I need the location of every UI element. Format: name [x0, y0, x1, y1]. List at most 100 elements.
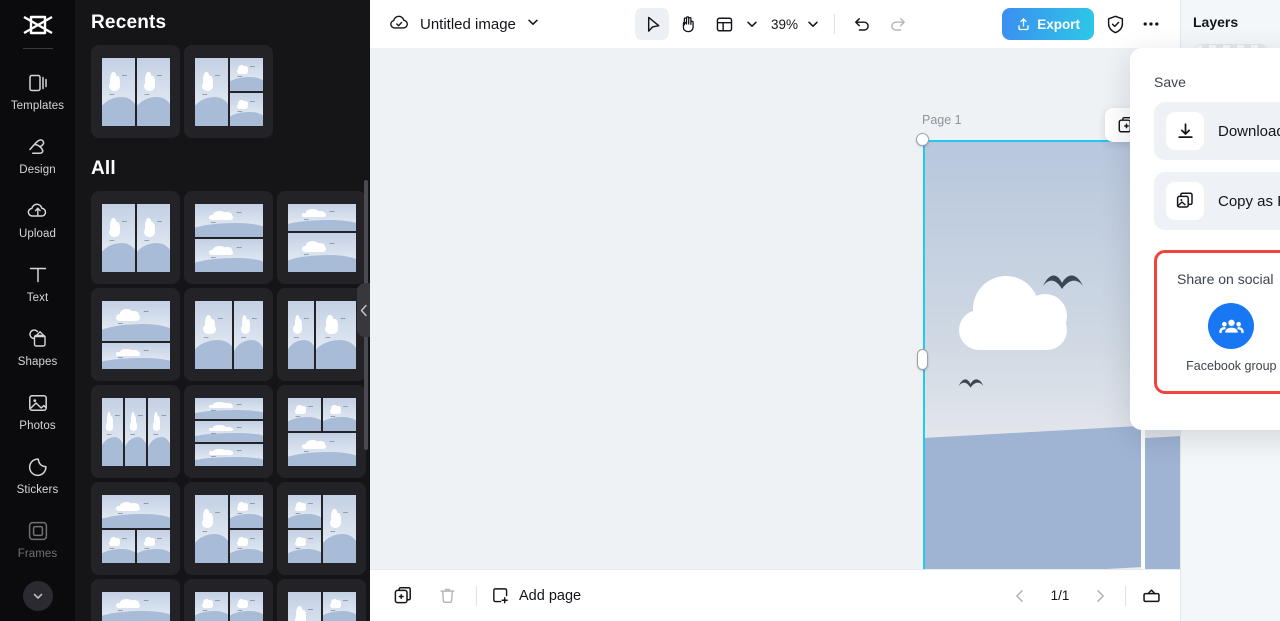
social-items: Facebook group Facebook Page Instagram — [1177, 303, 1280, 375]
ellipsis-icon — [1143, 22, 1159, 26]
template-cell: ⁓⁓ — [322, 591, 356, 621]
add-page-button[interactable]: Add page — [491, 586, 581, 605]
template-card[interactable]: ⁓⁓⁓⁓⁓⁓ — [277, 579, 366, 621]
present-button[interactable] — [1136, 581, 1166, 611]
template-card[interactable]: ⁓ ⁓ ⁓ ⁓ — [277, 191, 366, 284]
capcut-logo-icon[interactable] — [18, 8, 58, 42]
panel-collapse-handle[interactable] — [357, 283, 370, 337]
more-options-button[interactable] — [1136, 9, 1166, 39]
copy-image-icon — [1166, 182, 1204, 220]
template-cell: ⁓⁓ — [101, 343, 170, 369]
templates-scroll-area[interactable]: Recents ⁓ ⁓ ⁓ ⁓ ⁓ ⁓ ⁓ ⁓ ⁓ ⁓ All ⁓ ⁓ ⁓ ⁓ ⁓ ⁓ ⁓ ⁓ ⁓ ⁓ ⁓ ⁓ ⁓ ⁓ ⁓ ⁓ ⁓… — [75, 0, 370, 621]
rail-item-upload[interactable]: Upload — [0, 187, 75, 251]
canvas[interactable]: Page 1 — [370, 48, 1180, 569]
delete-button[interactable] — [432, 581, 462, 611]
template-card[interactable]: ⁓ ⁓ ⁓ ⁓ — [277, 288, 366, 381]
template-card[interactable]: ⁓ ⁓ ⁓ ⁓ — [91, 288, 180, 381]
template-card[interactable]: ⁓⁓⁓⁓⁓⁓ — [277, 385, 366, 478]
template-card[interactable]: ⁓⁓⁓⁓⁓⁓ — [184, 385, 273, 478]
document-title[interactable]: Untitled image — [420, 16, 516, 33]
template-card[interactable]: ⁓ ⁓ ⁓ ⁓ — [184, 191, 273, 284]
template-card[interactable]: ⁓⁓⁓⁓⁓⁓ — [91, 482, 180, 575]
rail-item-design[interactable]: Design — [0, 123, 75, 187]
seagull-small-icon — [958, 379, 984, 388]
shield-check-button[interactable] — [1100, 9, 1130, 39]
title-dropdown-icon[interactable] — [526, 15, 540, 34]
share-on-social-section: Share on social Facebook group Facebook … — [1154, 250, 1280, 394]
resize-handle-top-left[interactable] — [916, 133, 929, 146]
rail-item-label: Templates — [10, 99, 65, 112]
shapes-icon — [26, 327, 50, 351]
download-row[interactable]: Download — [1154, 102, 1280, 160]
template-card[interactable]: ⁓⁓⁓⁓⁓⁓ — [91, 385, 180, 478]
export-dropdown-panel: Save Download Copy as PNG Share on socia… — [1130, 48, 1280, 430]
facebook-group-label: Facebook group — [1186, 359, 1277, 373]
template-card[interactable]: ⁓ ⁓ ⁓ ⁓ — [91, 191, 180, 284]
rail-divider — [22, 48, 53, 49]
hand-tool-button[interactable] — [671, 8, 705, 40]
template-card[interactable]: ⁓ ⁓ ⁓ ⁓ — [184, 288, 273, 381]
templates-icon — [26, 71, 50, 95]
template-cell: ⁓⁓ — [101, 397, 123, 466]
bottombar-divider — [476, 585, 477, 606]
trash-icon — [440, 588, 454, 603]
share-facebook-group-button[interactable]: Facebook group — [1181, 303, 1280, 375]
page-label: Page 1 — [922, 113, 962, 127]
rail-expand-button[interactable] — [22, 581, 53, 611]
template-cell: ⁓⁓ — [287, 591, 321, 621]
template-cell: ⁓⁓ — [101, 591, 170, 621]
rail-item-text[interactable]: Text — [0, 251, 75, 315]
template-cell: ⁓⁓ — [101, 529, 135, 563]
bottombar-left: Add page — [388, 581, 581, 611]
design-icon — [26, 135, 50, 159]
template-card[interactable]: ⁓⁓⁓⁓⁓⁓ — [184, 482, 273, 575]
template-card[interactable]: ⁓ ⁓ ⁓ ⁓ — [91, 45, 180, 138]
bottombar-right: 1/1 — [1005, 581, 1166, 611]
export-button[interactable]: Export — [1002, 8, 1094, 40]
template-card[interactable]: ⁓⁓⁓⁓⁓⁓ — [277, 482, 366, 575]
upload-icon — [26, 199, 50, 223]
topbar-tools: 39% — [634, 8, 915, 40]
rail-item-frames[interactable]: Frames — [0, 507, 75, 571]
rail-item-stickers[interactable]: Stickers — [0, 443, 75, 507]
layout-tool-button[interactable] — [707, 8, 741, 40]
hill-shape — [923, 424, 1141, 569]
layout-dropdown-icon[interactable] — [743, 17, 761, 31]
download-label: Download — [1218, 122, 1280, 140]
recents-grid: ⁓ ⁓ ⁓ ⁓ ⁓ ⁓ ⁓ ⁓ ⁓ ⁓ — [91, 45, 354, 138]
template-cell: ⁓⁓ — [229, 92, 263, 126]
cursor-icon — [647, 16, 659, 32]
template-cell: ⁓⁓ — [194, 397, 263, 419]
template-cell: ⁓⁓ — [148, 397, 170, 466]
template-cell: ⁓⁓ — [322, 397, 356, 431]
capcut-editor-window: Templates Design Upload Text Shapes Photos Sti… — [0, 0, 1280, 621]
select-tool-button[interactable] — [634, 8, 669, 40]
add-page-label: Add page — [519, 587, 582, 604]
template-card[interactable]: ⁓⁓⁓⁓⁓⁓ — [184, 45, 273, 138]
duplicate-button[interactable] — [388, 581, 418, 611]
zoom-level: 39% — [770, 16, 799, 32]
top-toolbar: Untitled image 39% Export — [370, 0, 1180, 48]
rail-item-photos[interactable]: Photos — [0, 379, 75, 443]
template-cell: ⁓⁓ — [287, 529, 321, 563]
shield-check-icon — [1107, 15, 1123, 33]
present-icon — [1142, 589, 1160, 603]
hand-icon — [682, 16, 694, 33]
rail-item-shapes[interactable]: Shapes — [0, 315, 75, 379]
copy-as-png-row[interactable]: Copy as PNG — [1154, 172, 1280, 230]
undo-button[interactable] — [845, 8, 879, 40]
template-card[interactable]: ⁓⁓⁓⁓⁓⁓ — [184, 579, 273, 621]
zoom-dropdown-icon[interactable] — [802, 17, 824, 31]
template-card[interactable]: ⁓⁓⁓⁓⁓⁓ — [91, 579, 180, 621]
resize-handle-left-middle[interactable] — [917, 349, 928, 370]
template-cell: ⁓⁓ — [124, 397, 147, 466]
redo-button[interactable] — [881, 8, 915, 40]
share-on-social-label: Share on social — [1177, 271, 1274, 287]
rail-item-templates[interactable]: Templates — [0, 59, 75, 123]
template-cell: ⁓⁓ — [101, 300, 170, 342]
prev-page-button[interactable] — [1005, 581, 1035, 611]
next-page-button[interactable] — [1085, 581, 1115, 611]
undo-icon — [855, 18, 869, 31]
template-cell: ⁓⁓ — [287, 432, 356, 466]
template-cell: ⁓⁓ — [194, 300, 233, 369]
